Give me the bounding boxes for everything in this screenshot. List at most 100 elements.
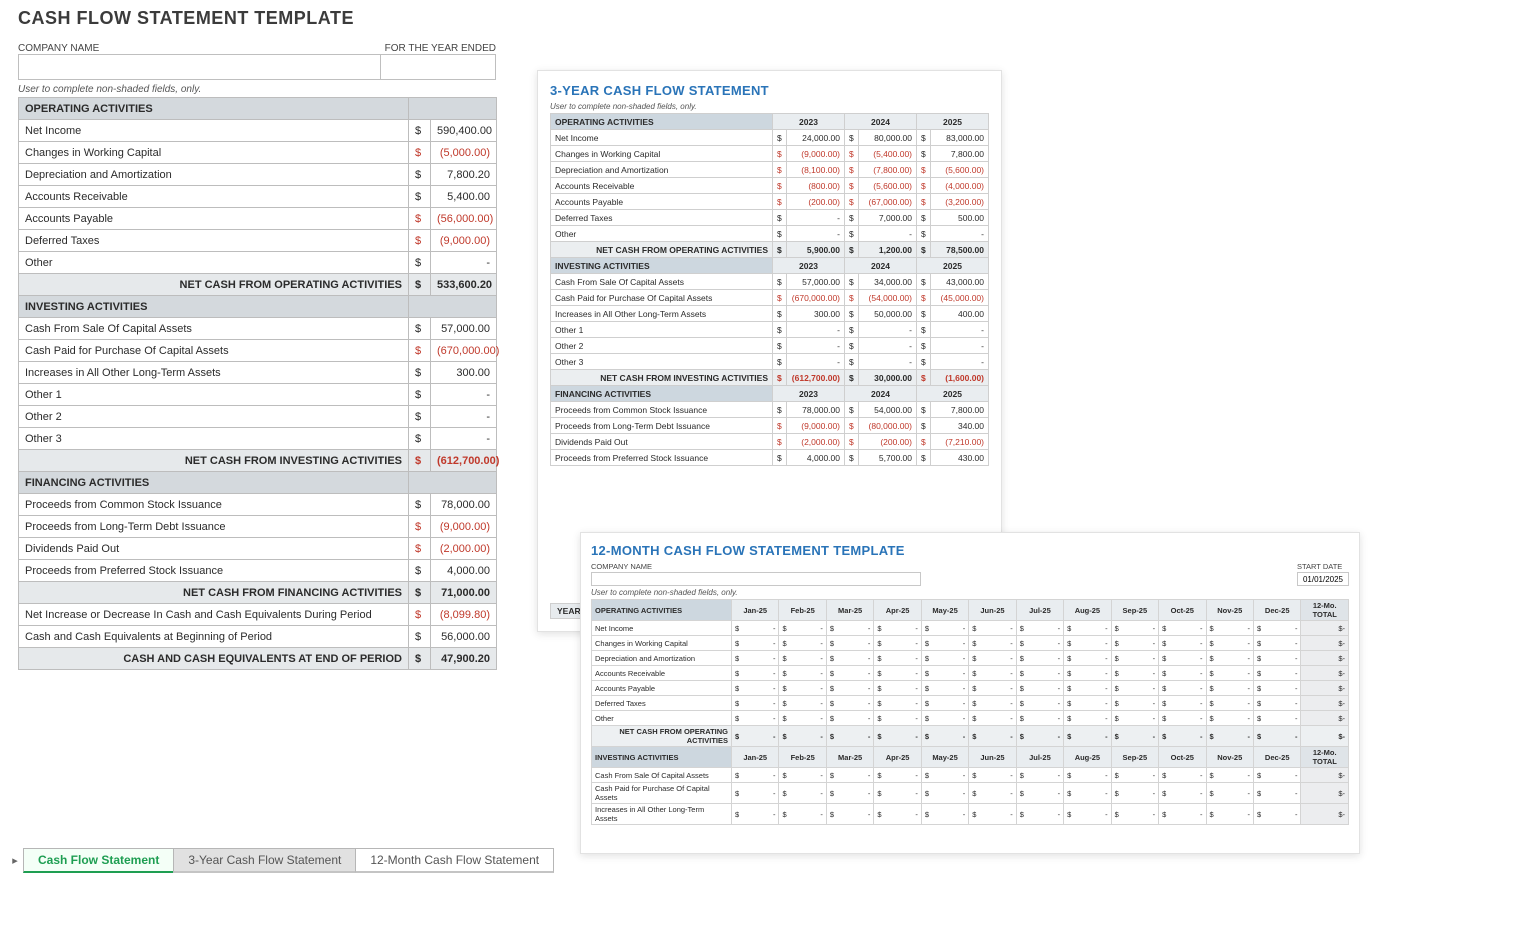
month-cell: $-	[779, 804, 826, 825]
currency-symbol: $	[917, 194, 931, 210]
twelve-month-card: 12-MONTH CASH FLOW STATEMENT TEMPLATE CO…	[580, 532, 1360, 854]
total-cell: $-	[1301, 696, 1349, 711]
row-value: -	[931, 354, 989, 370]
currency-symbol: $	[409, 362, 431, 384]
row-label: Other 3	[551, 354, 773, 370]
currency-symbol: $	[845, 370, 859, 386]
month-cell: $-	[732, 651, 779, 666]
row-value: -	[786, 210, 844, 226]
month-cell: $-	[826, 681, 873, 696]
month-cell: $-	[1064, 768, 1111, 783]
section-header: INVESTING ACTIVITIES	[592, 747, 732, 768]
currency-symbol: $	[409, 120, 431, 142]
row-label: Accounts Receivable	[551, 178, 773, 194]
month-cell: $-	[1159, 696, 1206, 711]
month-header: May-25	[921, 600, 968, 621]
row-label: Accounts Payable	[19, 208, 409, 230]
row-value: 78,000.00	[431, 494, 497, 516]
row-value: (56,000.00)	[431, 208, 497, 230]
month-cell: $-	[1159, 636, 1206, 651]
month-cell: $-	[921, 783, 968, 804]
company-name-input[interactable]	[18, 54, 380, 80]
currency-symbol: $	[917, 322, 931, 338]
tab-3-year[interactable]: 3-Year Cash Flow Statement	[173, 848, 356, 873]
tab-12-month[interactable]: 12-Month Cash Flow Statement	[355, 848, 554, 873]
currency-symbol: $	[409, 252, 431, 274]
row-label: Changes in Working Capital	[551, 146, 773, 162]
currency-symbol: $	[917, 290, 931, 306]
subtotal-value: (612,700.00)	[786, 370, 844, 386]
month-cell: $-	[1111, 711, 1158, 726]
row-value: -	[431, 252, 497, 274]
row-value: 83,000.00	[931, 130, 989, 146]
month-cell: $-	[921, 621, 968, 636]
currency-symbol: $	[409, 604, 431, 626]
section-header: FINANCING ACTIVITIES	[19, 472, 409, 494]
currency-symbol: $	[845, 226, 859, 242]
month-cell: $-	[969, 681, 1016, 696]
month-cell: $-	[1111, 651, 1158, 666]
row-value: 5,400.00	[431, 186, 497, 208]
currency-symbol: $	[773, 418, 787, 434]
month-cell: $-	[1111, 726, 1158, 747]
currency-symbol: $	[917, 354, 931, 370]
month-cell: $-	[1159, 621, 1206, 636]
tab-arrow-icon[interactable]: ▸	[6, 854, 24, 867]
month-cell: $-	[1159, 666, 1206, 681]
row-label: Other	[19, 252, 409, 274]
row-value: 54,000.00	[859, 402, 917, 418]
twelve-month-company-input[interactable]	[591, 572, 921, 586]
month-cell: $-	[1111, 783, 1158, 804]
month-header: Jan-25	[732, 600, 779, 621]
row-value: (7,800.00)	[859, 162, 917, 178]
currency-symbol: $	[409, 230, 431, 252]
twelve-month-hint: User to complete non-shaded fields, only…	[591, 588, 1349, 597]
month-cell: $-	[874, 621, 921, 636]
month-cell: $-	[874, 768, 921, 783]
tab-cash-flow[interactable]: Cash Flow Statement	[23, 848, 174, 873]
row-label: Cash From Sale Of Capital Assets	[592, 768, 732, 783]
month-cell: $-	[1253, 621, 1300, 636]
row-label: Proceeds from Preferred Stock Issuance	[551, 450, 773, 466]
month-cell: $-	[1016, 651, 1063, 666]
row-value: -	[931, 338, 989, 354]
month-header: Jun-25	[969, 747, 1016, 768]
year-header: 2025	[917, 386, 989, 402]
month-header: Apr-25	[874, 600, 921, 621]
currency-symbol: $	[917, 226, 931, 242]
month-header: Nov-25	[1206, 600, 1253, 621]
row-label: Deferred Taxes	[19, 230, 409, 252]
currency-symbol: $	[917, 178, 931, 194]
currency-symbol: $	[409, 164, 431, 186]
twelve-month-start-label: START DATE	[1297, 562, 1349, 571]
month-cell: $-	[1064, 636, 1111, 651]
month-cell: $-	[1159, 726, 1206, 747]
currency-symbol: $	[845, 194, 859, 210]
year-ended-input[interactable]	[380, 54, 496, 80]
currency-symbol: $	[917, 274, 931, 290]
month-cell: $-	[969, 666, 1016, 681]
section-header: OPERATING ACTIVITIES	[592, 600, 732, 621]
row-value: (3,200.00)	[931, 194, 989, 210]
month-cell: $-	[921, 726, 968, 747]
month-cell: $-	[921, 768, 968, 783]
month-cell: $-	[1064, 804, 1111, 825]
summary-label: Cash and Cash Equivalents at Beginning o…	[19, 626, 409, 648]
row-value: (45,000.00)	[931, 290, 989, 306]
month-cell: $-	[1206, 804, 1253, 825]
twelve-month-start-input[interactable]	[1297, 572, 1349, 586]
month-cell: $-	[826, 636, 873, 651]
row-value: 50,000.00	[859, 306, 917, 322]
total-cell: $-	[1301, 681, 1349, 696]
month-cell: $-	[1253, 804, 1300, 825]
row-value: -	[859, 322, 917, 338]
month-cell: $-	[826, 711, 873, 726]
total-cell: $-	[1301, 651, 1349, 666]
final-value: 47,900.20	[431, 648, 497, 670]
month-cell: $-	[1064, 621, 1111, 636]
currency-symbol: $	[773, 354, 787, 370]
row-label: Net Income	[19, 120, 409, 142]
month-cell: $-	[1253, 651, 1300, 666]
row-label: Net Income	[551, 130, 773, 146]
row-value: 4,000.00	[786, 450, 844, 466]
